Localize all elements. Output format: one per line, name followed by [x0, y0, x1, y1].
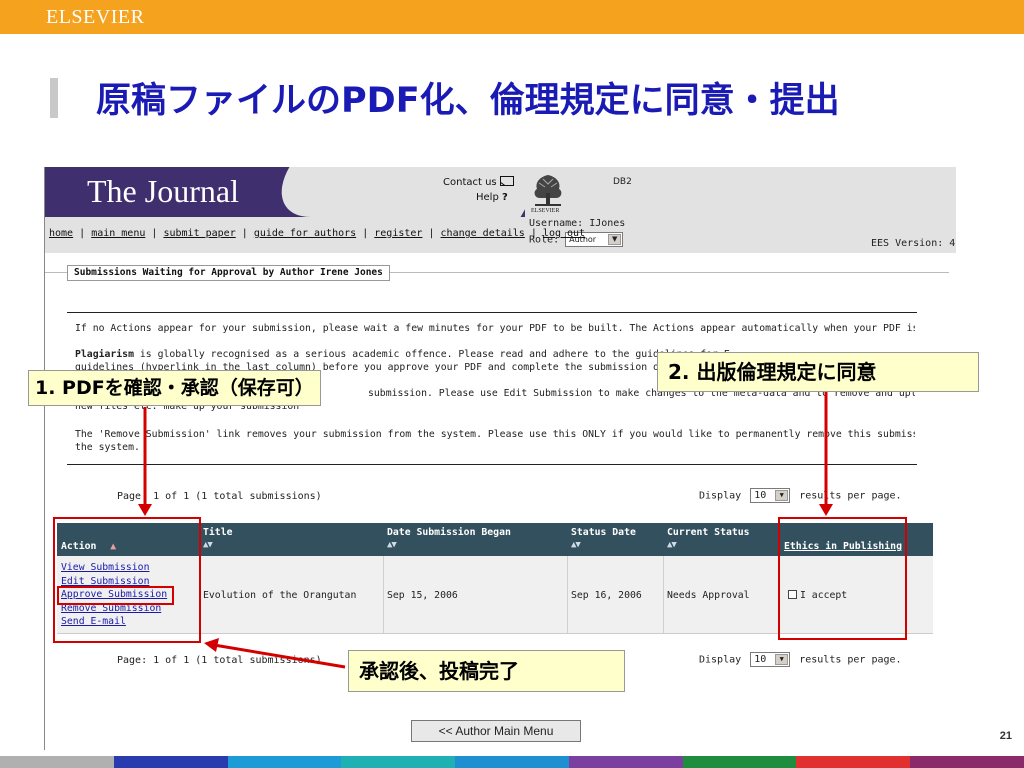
divider [67, 464, 917, 465]
footer-stripe [227, 756, 342, 768]
date-began: Sep 15, 2006 [387, 590, 458, 601]
footer-stripe [0, 756, 114, 768]
col-title-label: Title [203, 527, 233, 538]
chevron-down-icon: ▼ [775, 654, 789, 665]
display-suffix: results per page. [799, 654, 902, 666]
ees-header: The Journal Contact us Help ? ELSEVIER D… [45, 167, 956, 253]
envelope-icon [499, 176, 514, 186]
display-label: Display [699, 654, 742, 666]
col-status-date-header[interactable]: Status Date ▲▼ [571, 527, 636, 551]
sort-icon: ▲▼ [387, 540, 397, 550]
nav-main-menu[interactable]: main menu [91, 228, 145, 239]
slide-title: 原稿ファイルのPDF化、倫理規定に同意・提出 [96, 81, 840, 121]
journal-banner: The Journal [45, 167, 550, 217]
sort-icon: ▲▼ [667, 540, 677, 550]
info-pdf-build: If no Actions appear for your submission… [75, 323, 915, 334]
footer-stripe [910, 756, 1024, 768]
chevron-down-icon: ▼ [608, 234, 622, 245]
info-remove-submission-line2: the system. [75, 442, 140, 453]
title-accent-bar [50, 78, 58, 118]
col-title-header[interactable]: Title ▲▼ [203, 527, 233, 551]
version-text: EES Version: 4.0 [871, 238, 956, 249]
col-date-began-header[interactable]: Date Submission Began ▲▼ [387, 527, 511, 551]
footer-stripe [682, 756, 797, 768]
highlight-ethics-column [778, 517, 907, 640]
nav-separator: | [428, 228, 435, 239]
footer-stripe [341, 756, 456, 768]
elsevier-tree-logo [529, 171, 567, 209]
highlight-action-column [53, 517, 201, 643]
col-divider [383, 556, 384, 634]
pager-top: Page: 1 of 1 (1 total submissions) [117, 491, 322, 502]
col-current-status-header[interactable]: Current Status ▲▼ [667, 527, 750, 551]
help-label: Help [476, 192, 499, 203]
author-main-menu-button[interactable]: << Author Main Menu [411, 720, 581, 742]
sort-icon: ▲▼ [571, 540, 581, 550]
nav-register[interactable]: register [374, 228, 422, 239]
per-page-select-bottom[interactable]: 10 ▼ [750, 652, 791, 667]
nav-log-out[interactable]: log out [543, 228, 585, 239]
per-page-value: 10 [754, 654, 767, 665]
plagiarism-text: is globally recognised as a serious acad… [139, 349, 730, 360]
highlight-approve-submission [57, 586, 174, 605]
display-label: Display [699, 490, 742, 502]
callout-step1: 1. PDFを確認・承認（保存可） [28, 370, 321, 406]
display-per-page-top: Display 10 ▼ results per page. [699, 488, 902, 503]
display-suffix: results per page. [799, 490, 902, 502]
sort-icon: ▲▼ [203, 540, 213, 550]
db-label: DB2 [613, 177, 632, 187]
footer-stripes [0, 756, 1024, 768]
divider [67, 312, 917, 313]
col-divider [567, 556, 568, 634]
elsevier-logo-word: ELSEVIER [531, 208, 560, 214]
pager-bottom: Page: 1 of 1 (1 total submissions) [117, 655, 322, 666]
submission-title: Evolution of the Orangutan [203, 590, 357, 601]
footer-stripe [568, 756, 683, 768]
nav-guide-for-authors[interactable]: guide for authors [254, 228, 356, 239]
status-date: Sep 16, 2006 [571, 590, 642, 601]
fieldset-legend: Submissions Waiting for Approval by Auth… [67, 265, 390, 281]
footer-stripe [796, 756, 911, 768]
nav-home[interactable]: home [49, 228, 73, 239]
nav-separator: | [151, 228, 158, 239]
callout-step3: 承認後、投稿完了 [348, 650, 625, 692]
plagiarism-label: Plagiarism [75, 349, 134, 360]
footer-stripe [455, 756, 569, 768]
journal-title: The Journal [87, 173, 239, 209]
contact-us-link[interactable]: Contact us [443, 176, 514, 188]
contact-us-label: Contact us [443, 177, 497, 188]
help-icon: ? [502, 192, 508, 203]
per-page-value: 10 [754, 490, 767, 501]
nav-separator: | [241, 228, 248, 239]
col-current-status-label: Current Status [667, 527, 750, 538]
col-status-date-label: Status Date [571, 527, 636, 538]
page-number: 21 [999, 730, 1012, 742]
nav-separator: | [79, 228, 86, 239]
chevron-down-icon: ▼ [775, 490, 789, 501]
current-status: Needs Approval [667, 590, 750, 601]
brand-logo-text: ELSEVIER [46, 6, 145, 28]
nav-separator: | [530, 228, 537, 239]
info-remove-submission: The 'Remove Submission' link removes you… [75, 429, 915, 440]
callout-step2: 2. 出版倫理規定に同意 [657, 352, 979, 392]
per-page-select-top[interactable]: 10 ▼ [750, 488, 791, 503]
display-per-page-bottom: Display 10 ▼ results per page. [699, 652, 902, 667]
top-nav: home | main menu | submit paper | guide … [49, 228, 585, 239]
nav-submit-paper[interactable]: submit paper [163, 228, 235, 239]
footer-stripe [113, 756, 228, 768]
col-divider [663, 556, 664, 634]
nav-separator: | [362, 228, 369, 239]
col-date-began-label: Date Submission Began [387, 527, 511, 538]
help-link[interactable]: Help ? [476, 192, 508, 203]
top-bar: ELSEVIER [0, 0, 1024, 34]
nav-change-details[interactable]: change details [441, 228, 525, 239]
